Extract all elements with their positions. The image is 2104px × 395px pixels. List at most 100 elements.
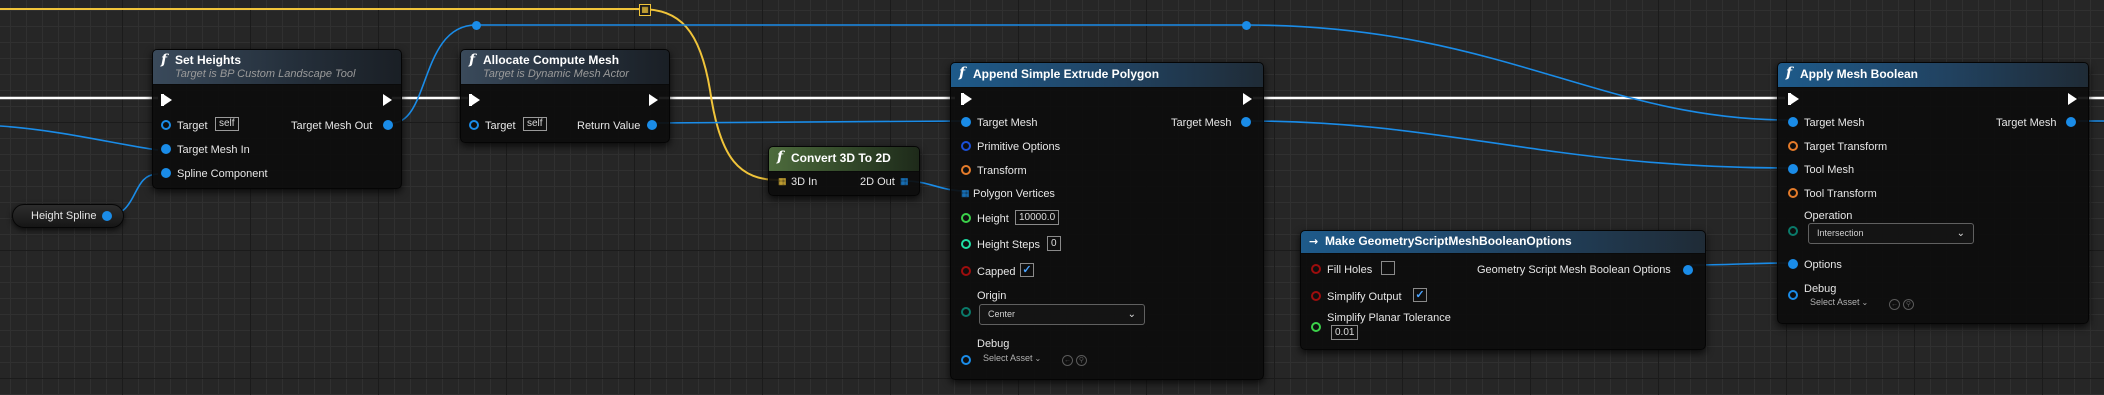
reroute-node-vector[interactable]: ▦ [639,4,651,16]
extrude-debug-value: Select Asset [983,353,1033,363]
set-heights-target-mesh-out-label: Target Mesh Out [291,120,373,132]
apply-debug-label: Debug [1804,283,1837,295]
apply-debug-asset-picker[interactable]: Select Asset ⌄ [1810,297,1868,307]
allocate-return-value-pin[interactable] [647,120,657,130]
height-spline-variable-node[interactable]: Height Spline [12,204,124,228]
allocate-exec-in-pin[interactable] [469,94,480,106]
object-wire-extrude-to-boolean [1245,120,1791,169]
convert-header[interactable]: f Convert 3D To 2D [769,147,919,172]
allocate-compute-mesh-node[interactable]: f Allocate Compute Mesh Target is Dynami… [460,49,670,143]
allocate-header[interactable]: f Allocate Compute Mesh Target is Dynami… [461,50,669,85]
apply-tool-transform-label: Tool Transform [1804,188,1877,200]
extrude-primitive-options-pin[interactable] [961,141,971,151]
set-heights-header[interactable]: f Set Heights Target is BP Custom Landsc… [153,50,401,85]
extrude-height-label: Height [977,213,1009,225]
convert-2d-out-pin[interactable]: ▦ [900,177,909,186]
bool-fill-holes-label: Fill Holes [1327,264,1373,276]
reroute-node-2[interactable] [1242,21,1251,30]
extrude-debug-pin[interactable] [961,355,971,365]
bool-simplify-output-label: Simplify Output [1327,291,1402,303]
set-heights-exec-in-pin[interactable] [161,94,172,106]
extrude-target-mesh-label: Target Mesh [977,117,1038,129]
function-icon: f [959,65,966,81]
apply-operation-dropdown[interactable]: Intersection ⌄ [1808,223,1974,244]
extrude-capped-checkbox[interactable]: ✓ [1020,263,1034,277]
bool-simplify-output-pin[interactable] [1311,291,1321,301]
extrude-origin-pin[interactable] [961,307,971,317]
extrude-target-mesh-out-label: Target Mesh [1171,117,1232,129]
extrude-debug-asset-picker[interactable]: Select Asset ⌄ [983,353,1041,363]
apply-target-mesh-out-pin[interactable] [2066,117,2076,127]
function-icon: f [161,52,168,68]
chevron-down-icon: ⌄ [1034,354,1042,363]
set-heights-target-mesh-out-pin[interactable] [383,120,393,130]
set-heights-exec-out-pin[interactable] [383,94,392,106]
set-heights-subtitle: Target is BP Custom Landscape Tool [175,68,356,80]
apply-mesh-boolean-node[interactable]: f Apply Mesh Boolean Target Mesh Target … [1777,62,2089,324]
bool-options-header[interactable]: → Make GeometryScriptMeshBooleanOptions [1301,231,1705,254]
extrude-height-steps-input[interactable]: 0 [1047,236,1061,251]
convert-3d-to-2d-node[interactable]: f Convert 3D To 2D ▦ 3D In 2D Out ▦ [768,146,920,196]
make-mesh-boolean-options-node[interactable]: → Make GeometryScriptMeshBooleanOptions … [1300,230,1706,350]
apply-exec-in-pin[interactable] [1788,93,1799,105]
extrude-origin-dropdown[interactable]: Center ⌄ [979,304,1145,325]
bool-fill-holes-pin[interactable] [1311,264,1321,274]
apply-boolean-header[interactable]: f Apply Mesh Boolean [1778,63,2088,88]
extrude-transform-pin[interactable] [961,165,971,175]
extrude-target-mesh-pin[interactable] [961,117,971,127]
reroute-node-1[interactable] [472,21,481,30]
bool-tolerance-input[interactable]: 0.01 [1331,325,1359,340]
extrude-primitive-options-label: Primitive Options [977,141,1061,153]
allocate-target-pin[interactable] [469,120,479,130]
apply-debug-pin[interactable] [1788,290,1798,300]
apply-target-transform-pin[interactable] [1788,141,1798,151]
extrude-header[interactable]: f Append Simple Extrude Polygon [951,63,1263,88]
apply-operation-pin[interactable] [1788,226,1798,236]
use-selected-icon[interactable]: ← [1062,355,1073,366]
set-heights-target-mesh-in-label: Target Mesh In [177,144,250,156]
convert-2d-out-label: 2D Out [860,176,895,188]
search-icon[interactable]: ⚲ [1076,355,1087,366]
object-wire-left [0,125,159,151]
extrude-height-input[interactable]: 10000.0 [1015,210,1060,225]
extrude-height-steps-label: Height Steps [977,239,1040,251]
apply-exec-out-pin[interactable] [2068,93,2077,105]
chevron-down-icon: ⌄ [1861,298,1869,307]
allocate-target-self[interactable]: self [523,117,547,131]
append-simple-extrude-polygon-node[interactable]: f Append Simple Extrude Polygon Target M… [950,62,1264,380]
set-heights-target-self[interactable]: self [215,117,239,131]
bool-simplify-output-checkbox[interactable]: ✓ [1413,288,1427,302]
extrude-exec-in-pin[interactable] [961,93,972,105]
height-spline-label: Height Spline [31,210,97,222]
extrude-height-pin[interactable] [961,213,971,223]
extrude-height-steps-pin[interactable] [961,239,971,249]
convert-3d-in-pin[interactable]: ▦ [778,177,787,186]
function-icon: f [1786,65,1793,81]
set-heights-spline-component-pin[interactable] [161,168,171,178]
apply-options-pin[interactable] [1788,259,1798,269]
extrude-target-mesh-out-pin[interactable] [1241,117,1251,127]
height-spline-output-pin[interactable] [102,211,112,221]
apply-target-mesh-pin[interactable] [1788,117,1798,127]
extrude-polygon-vertices-pin[interactable]: ▦ [961,189,970,198]
bool-fill-holes-checkbox[interactable] [1381,261,1395,275]
struct-icon: → [1309,235,1319,248]
bool-output-pin[interactable] [1683,265,1693,275]
set-heights-target-mesh-in-pin[interactable] [161,144,171,154]
set-heights-node[interactable]: f Set Heights Target is BP Custom Landsc… [152,49,402,189]
search-icon[interactable]: ⚲ [1903,299,1914,310]
apply-target-mesh-label: Target Mesh [1804,117,1865,129]
apply-tool-transform-pin[interactable] [1788,188,1798,198]
extrude-exec-out-pin[interactable] [1243,93,1252,105]
convert-3d-in-label: 3D In [791,176,818,188]
extrude-title: Append Simple Extrude Polygon [973,67,1160,81]
set-heights-target-pin[interactable] [161,120,171,130]
bool-tolerance-pin[interactable] [1311,322,1321,332]
allocate-target-label: Target [485,120,516,132]
use-selected-icon[interactable]: ← [1889,299,1900,310]
extrude-polygon-vertices-label: Polygon Vertices [973,188,1055,200]
apply-tool-mesh-pin[interactable] [1788,164,1798,174]
allocate-exec-out-pin[interactable] [649,94,658,106]
extrude-capped-pin[interactable] [961,266,971,276]
function-icon: f [777,149,784,165]
